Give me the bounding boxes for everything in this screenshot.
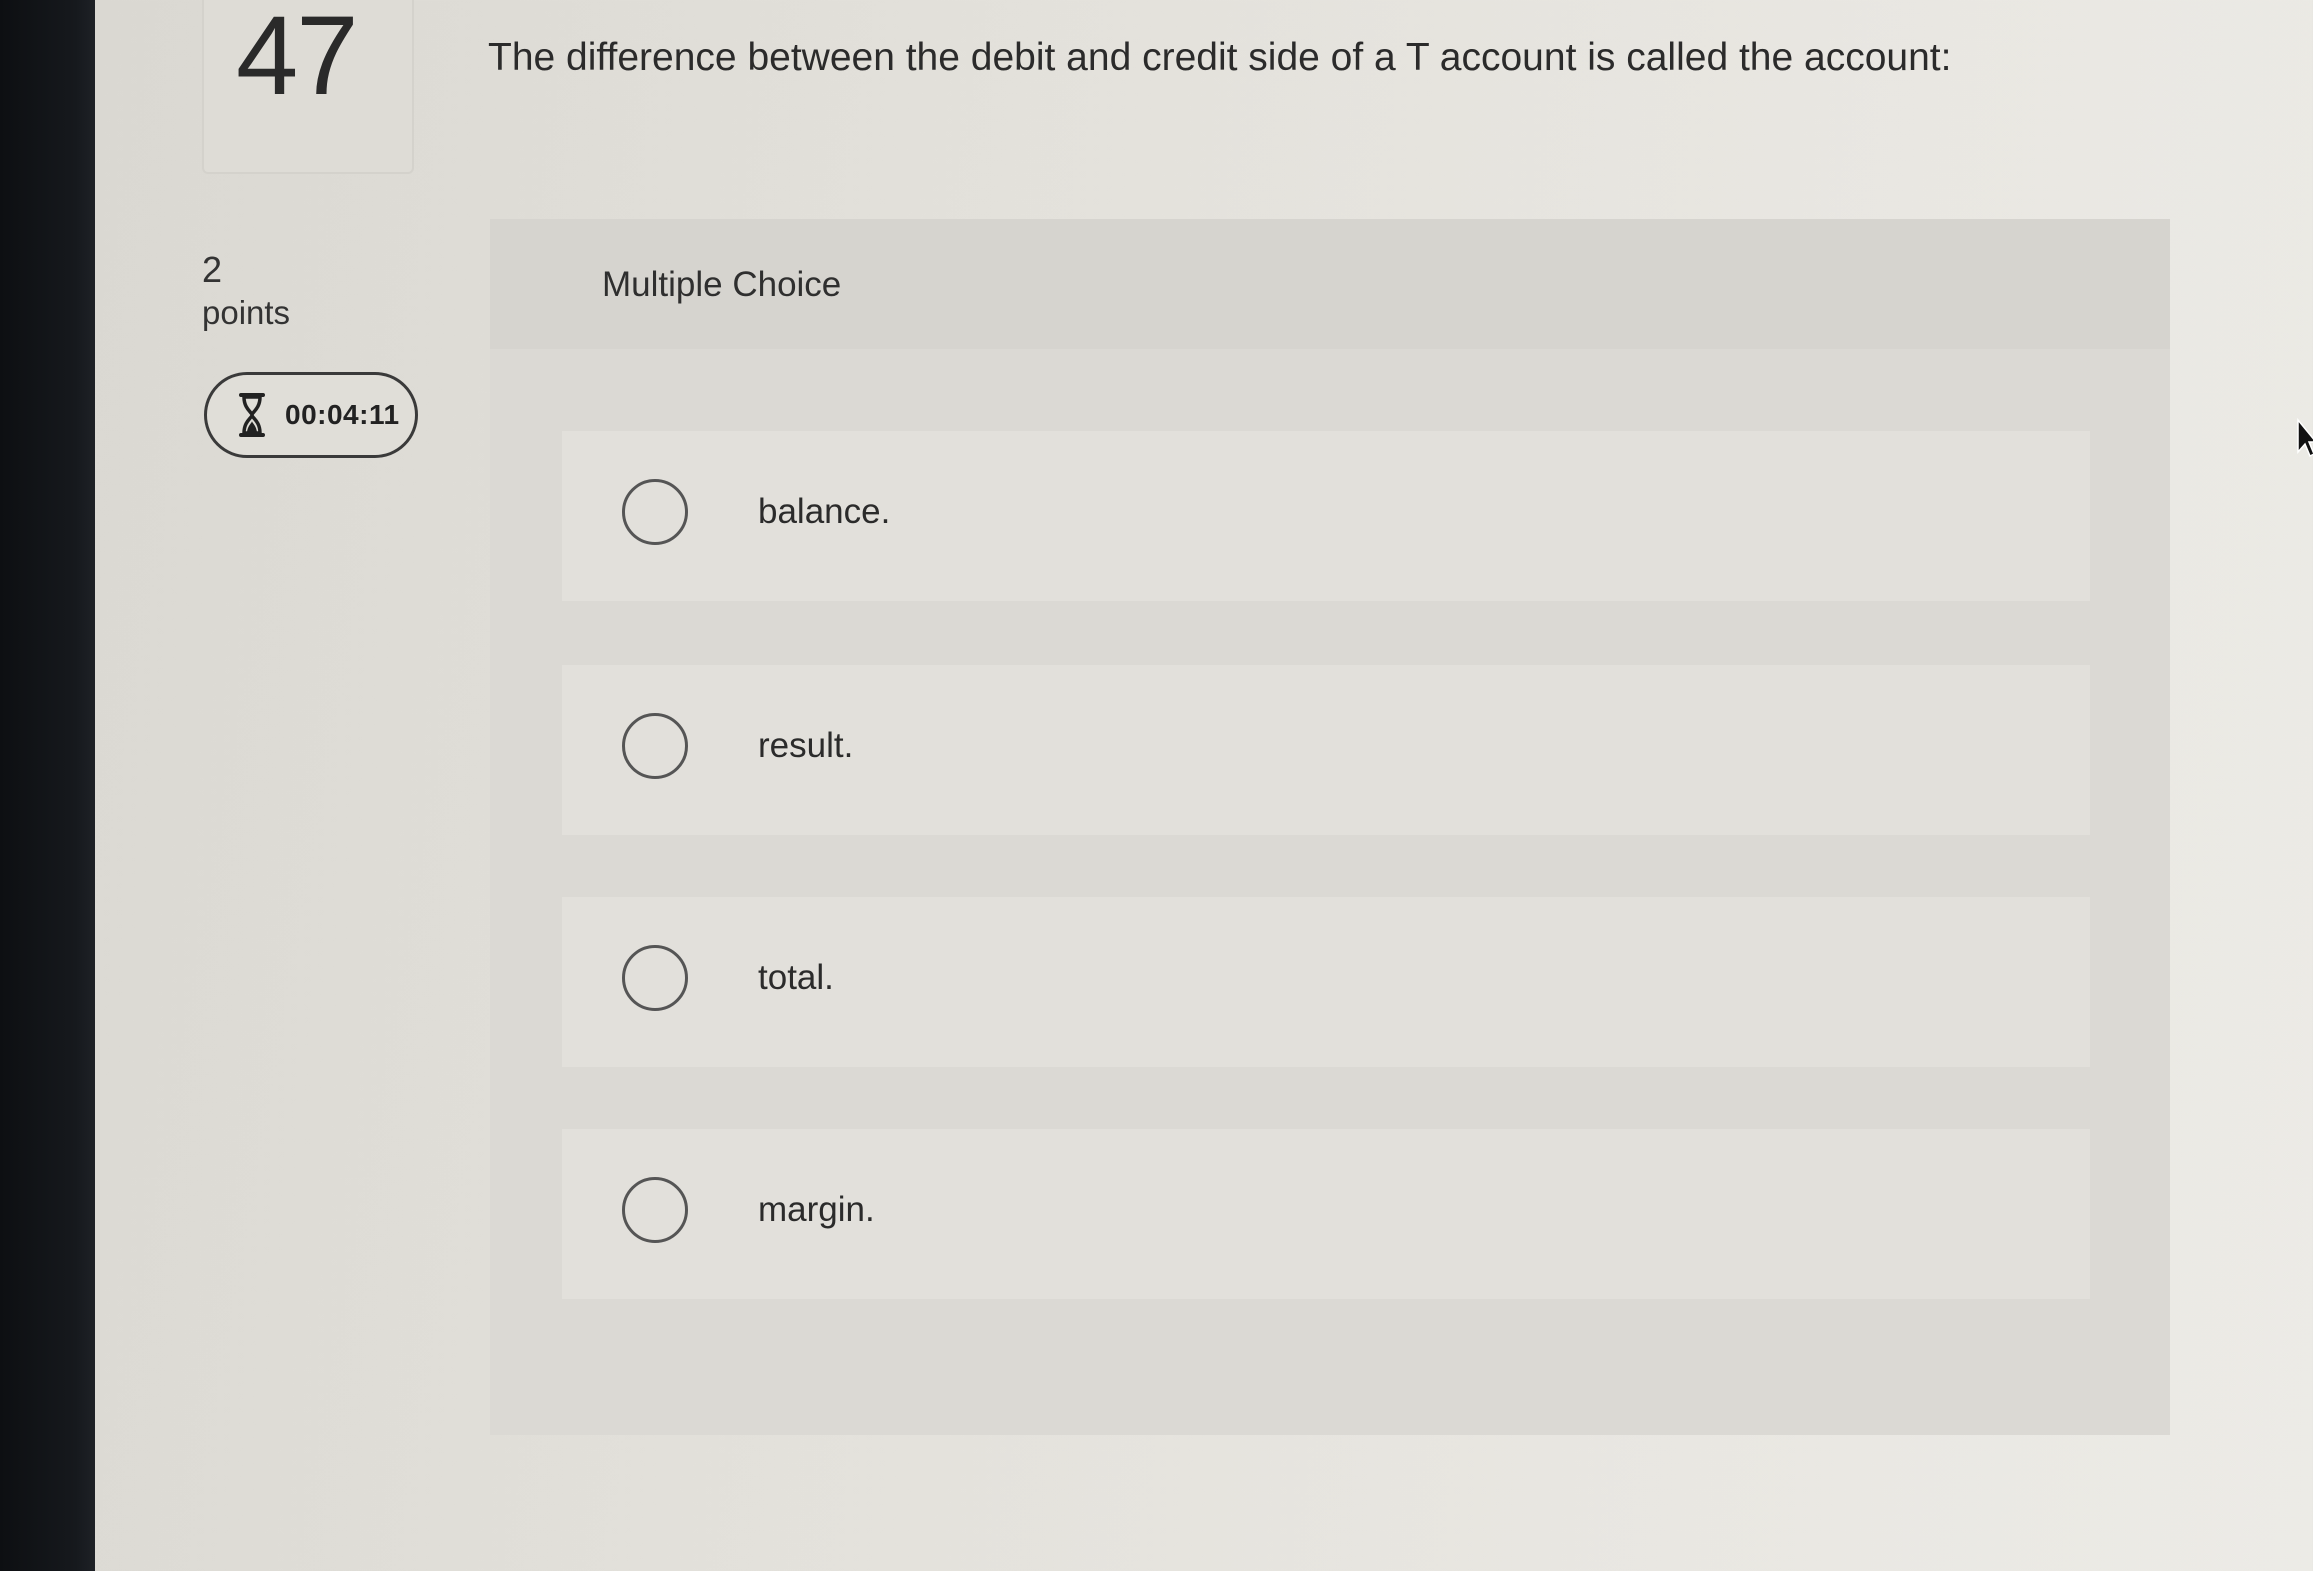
hourglass-icon — [239, 393, 265, 437]
multiple-choice-panel: Multiple Choice balance. result. total. … — [490, 219, 2170, 1435]
option-label: balance. — [758, 492, 891, 531]
question-number: 47 — [236, 0, 359, 118]
option-label: margin. — [758, 1190, 875, 1229]
timer-value: 00:04:11 — [285, 399, 400, 430]
points-value: 2 — [202, 249, 223, 290]
answer-option-result[interactable]: result. — [562, 665, 2090, 835]
radio-button[interactable] — [622, 1177, 688, 1243]
points-label: points — [202, 294, 291, 331]
multiple-choice-header: Multiple Choice — [490, 219, 2170, 349]
question-text: The difference between the debit and cre… — [488, 36, 1952, 79]
option-label: total. — [758, 958, 834, 997]
multiple-choice-label: Multiple Choice — [602, 265, 842, 304]
monitor-bezel — [0, 0, 95, 1571]
radio-button[interactable] — [622, 479, 688, 545]
answer-option-total[interactable]: total. — [562, 897, 2090, 1067]
radio-button[interactable] — [622, 713, 688, 779]
radio-button[interactable] — [622, 945, 688, 1011]
answer-option-margin[interactable]: margin. — [562, 1129, 2090, 1299]
answer-option-balance[interactable]: balance. — [562, 431, 2090, 601]
option-label: result. — [758, 726, 854, 765]
timer-pill[interactable]: 00:04:11 — [204, 372, 418, 458]
mouse-pointer-icon — [2297, 418, 2313, 458]
